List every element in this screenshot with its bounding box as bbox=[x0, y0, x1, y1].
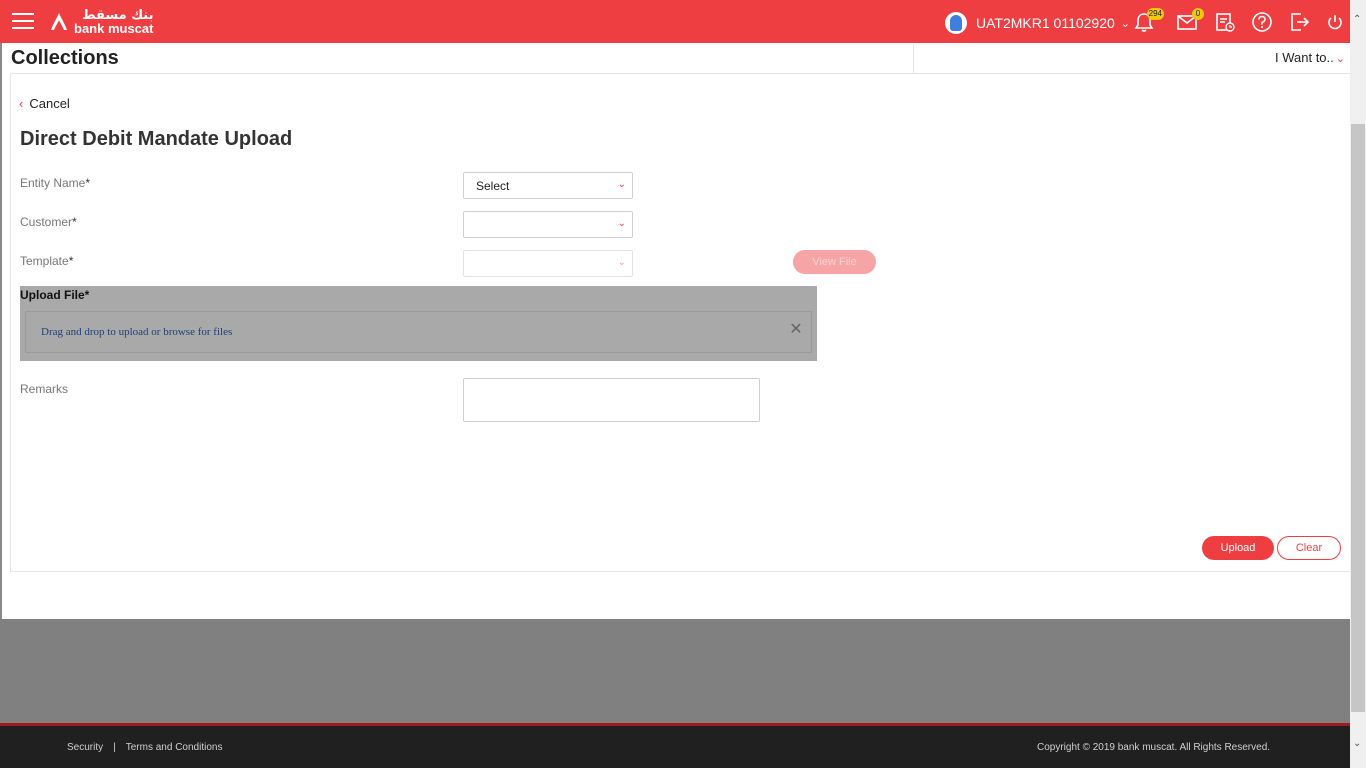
copyright-text: Copyright © 2019 bank muscat. All Rights… bbox=[1037, 742, 1271, 753]
drop-area-text: Drag and drop to upload or browse for fi… bbox=[41, 326, 233, 338]
template-label: Template* bbox=[20, 254, 74, 268]
cancel-link[interactable]: ‹ Cancel bbox=[19, 96, 70, 111]
logout-icon bbox=[1291, 13, 1310, 31]
page-title: Collections bbox=[11, 47, 119, 69]
footer-separator: | bbox=[113, 742, 116, 753]
user-name: UAT2MKR1 01102920 bbox=[976, 15, 1115, 31]
menu-icon[interactable] bbox=[12, 13, 34, 30]
page-backdrop bbox=[0, 619, 1350, 723]
file-drop-area[interactable]: Drag and drop to upload or browse for fi… bbox=[25, 311, 812, 353]
i-want-to-menu[interactable]: I Want to.. ⌄ bbox=[1275, 50, 1345, 65]
i-want-to-label: I Want to.. bbox=[1275, 50, 1334, 65]
user-avatar-icon bbox=[945, 12, 967, 34]
top-header: بنك مسقط bank muscat UAT2MKR1 01102920 ⌄… bbox=[0, 0, 1350, 43]
customer-select[interactable]: ⌄ bbox=[463, 211, 633, 238]
upload-form-card: ‹ Cancel Direct Debit Mandate Upload Enti… bbox=[10, 74, 1350, 572]
remarks-field[interactable] bbox=[463, 378, 760, 422]
window-edge bbox=[0, 43, 2, 619]
close-icon[interactable]: ✕ bbox=[788, 322, 804, 338]
security-link[interactable]: Security bbox=[67, 742, 103, 753]
view-file-button[interactable]: View File bbox=[793, 250, 876, 274]
chevron-down-icon: ⌄ bbox=[617, 179, 626, 190]
entity-name-value: Select bbox=[476, 179, 510, 193]
user-menu[interactable]: UAT2MKR1 01102920 ⌄ bbox=[945, 12, 1130, 34]
upload-file-label: Upload File* bbox=[20, 288, 90, 302]
mail-badge: 0 bbox=[1192, 8, 1204, 20]
scroll-up-icon[interactable]: ⌃ bbox=[1353, 14, 1361, 25]
chevron-left-icon: ‹ bbox=[19, 96, 24, 111]
activity-log-icon bbox=[1216, 13, 1235, 32]
remarks-label: Remarks bbox=[20, 382, 69, 396]
template-select[interactable]: ⌄ bbox=[463, 250, 633, 277]
logout-button[interactable] bbox=[1288, 11, 1310, 33]
logo-mark-icon bbox=[51, 13, 67, 30]
chevron-down-icon: ⌄ bbox=[1335, 53, 1345, 65]
form-title: Direct Debit Mandate Upload bbox=[20, 128, 293, 150]
help-icon bbox=[1252, 12, 1272, 32]
help-button[interactable] bbox=[1251, 11, 1273, 33]
chevron-down-icon: ⌄ bbox=[617, 257, 626, 268]
upload-file-zone: Upload File* Drag and drop to upload or … bbox=[20, 286, 817, 361]
clear-button[interactable]: Clear bbox=[1277, 536, 1341, 560]
footer: Security | Terms and Conditions Copyright … bbox=[0, 723, 1350, 768]
terms-link[interactable]: Terms and Conditions bbox=[126, 742, 223, 753]
chevron-down-icon: ⌄ bbox=[1120, 17, 1131, 30]
vertical-scrollbar[interactable]: ⌃ ⌄ bbox=[1350, 0, 1366, 768]
logo-english-text: bank muscat bbox=[74, 21, 154, 36]
scroll-down-icon[interactable]: ⌄ bbox=[1353, 738, 1361, 749]
chevron-down-icon: ⌄ bbox=[617, 218, 626, 229]
notifications-badge: 294 bbox=[1146, 8, 1164, 20]
upload-button[interactable]: Upload bbox=[1202, 536, 1274, 560]
header-divider bbox=[913, 44, 914, 73]
notifications-button[interactable]: 294 bbox=[1133, 8, 1164, 33]
activity-log-button[interactable] bbox=[1214, 11, 1236, 33]
cancel-label: Cancel bbox=[29, 96, 70, 111]
power-icon bbox=[1328, 15, 1342, 30]
mail-button[interactable]: 0 bbox=[1176, 8, 1204, 33]
scrollbar-thumb[interactable] bbox=[1351, 124, 1365, 712]
power-button[interactable] bbox=[1324, 11, 1346, 33]
entity-name-select[interactable]: Select ⌄ bbox=[463, 172, 633, 199]
customer-label: Customer* bbox=[20, 215, 77, 229]
footer-links: Security | Terms and Conditions bbox=[67, 742, 222, 753]
bank-logo[interactable]: بنك مسقط bank muscat bbox=[48, 8, 153, 36]
entity-name-label: Entity Name* bbox=[20, 176, 91, 190]
